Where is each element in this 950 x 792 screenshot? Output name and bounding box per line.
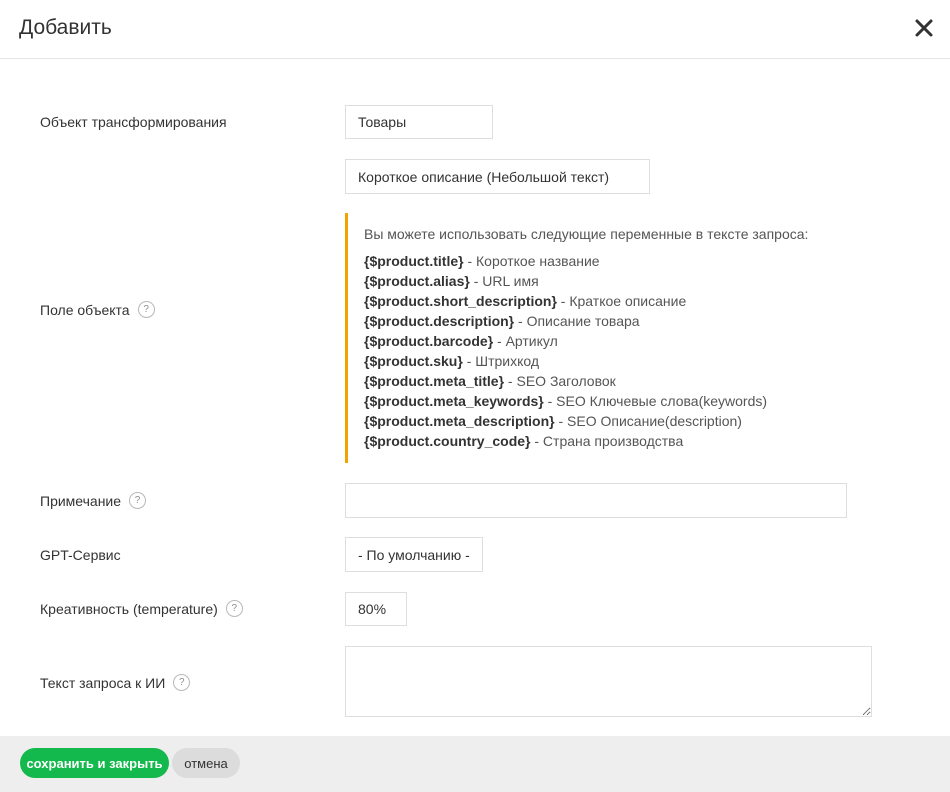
save-and-close-button[interactable]: сохранить и закрыть xyxy=(20,748,169,778)
variable-row: {$product.country_code} - Страна произво… xyxy=(364,431,825,451)
dialog-footer: сохранить и закрыть отмена xyxy=(0,736,950,792)
temperature-help-icon[interactable]: ? xyxy=(225,600,243,617)
variable-name: {$product.short_description} xyxy=(364,293,557,309)
prompt-label-text: Текст запроса к ИИ xyxy=(40,674,166,691)
note-help-icon[interactable]: ? xyxy=(129,492,147,509)
object-field-label: Поле объекта ? xyxy=(40,301,155,318)
temperature-value: 80% xyxy=(358,601,387,617)
variable-description: - SEO Описание(description) xyxy=(554,413,742,429)
variable-description: - Короткое название xyxy=(463,253,600,269)
object-field-select[interactable]: Короткое описание (Небольшой текст) xyxy=(345,159,650,194)
temperature-label: Креативность (temperature) ? xyxy=(40,600,243,617)
variable-row: {$product.barcode} - Артикул xyxy=(364,331,825,351)
variable-row: {$product.title} - Короткое название xyxy=(364,251,825,271)
note-label: Примечание ? xyxy=(40,492,147,509)
variable-row: {$product.meta_description} - SEO Описан… xyxy=(364,411,825,431)
temperature-select[interactable]: 80% xyxy=(345,592,407,626)
variables-info-box: Вы можете использовать следующие перемен… xyxy=(345,213,825,463)
variable-name: {$product.alias} xyxy=(364,273,470,289)
variable-description: - URL имя xyxy=(469,273,539,289)
prompt-textarea[interactable] xyxy=(345,646,872,717)
variable-name: {$product.sku} xyxy=(364,353,463,369)
note-label-text: Примечание xyxy=(40,492,122,509)
gpt-service-value: - По умолчанию - xyxy=(358,546,470,563)
prompt-label: Текст запроса к ИИ ? xyxy=(40,674,191,691)
variable-row: {$product.meta_title} - SEO Заголовок xyxy=(364,371,825,391)
variable-name: {$product.title} xyxy=(364,253,464,269)
cancel-button[interactable]: отмена xyxy=(172,748,240,778)
variable-row: {$product.sku} - Штрихкод xyxy=(364,351,825,371)
variable-description: - Штрихкод xyxy=(462,353,540,369)
transform-object-select[interactable]: Товары xyxy=(345,105,493,139)
variable-description: - Артикул xyxy=(493,333,558,349)
transform-object-label: Объект трансформирования xyxy=(40,114,227,130)
variable-description: - Краткое описание xyxy=(556,293,687,309)
variable-name: {$product.barcode} xyxy=(364,333,494,349)
variables-list: {$product.title} - Короткое название {$pr… xyxy=(364,251,825,451)
transform-object-label-text: Объект трансформирования xyxy=(40,114,227,130)
transform-object-value: Товары xyxy=(358,114,407,130)
object-field-label-text: Поле объекта xyxy=(40,301,130,318)
gpt-service-label: GPT-Сервис xyxy=(40,547,121,563)
variable-row: {$product.description} - Описание товара xyxy=(364,311,825,331)
object-field-help-icon[interactable]: ? xyxy=(137,301,155,318)
note-input[interactable] xyxy=(345,483,847,518)
gpt-service-select[interactable]: - По умолчанию - xyxy=(345,537,483,572)
variable-description: - Описание товара xyxy=(514,313,640,329)
variable-description: - SEO Заголовок xyxy=(504,373,616,389)
variable-row: {$product.short_description} - Краткое о… xyxy=(364,291,825,311)
variable-name: {$product.meta_description} xyxy=(364,413,555,429)
variable-name: {$product.description} xyxy=(364,313,515,329)
gpt-service-label-text: GPT-Сервис xyxy=(40,547,121,563)
temperature-label-text: Креативность (temperature) xyxy=(40,600,218,617)
variable-row: {$product.meta_keywords} - SEO Ключевые … xyxy=(364,391,825,411)
dialog-header: Добавить xyxy=(0,0,950,59)
prompt-help-icon[interactable]: ? xyxy=(173,674,191,691)
variable-name: {$product.meta_keywords} xyxy=(364,393,544,409)
dialog-title: Добавить xyxy=(19,16,112,39)
variable-name: {$product.meta_title} xyxy=(364,373,505,389)
variable-name: {$product.country_code} xyxy=(364,433,531,449)
variable-description: - SEO Ключевые слова(keywords) xyxy=(543,393,768,409)
variable-row: {$product.alias} - URL имя xyxy=(364,271,825,291)
variables-intro: Вы можете использовать следующие перемен… xyxy=(364,226,809,242)
close-icon[interactable] xyxy=(912,16,936,40)
object-field-value: Короткое описание (Небольшой текст) xyxy=(358,168,610,185)
variable-description: - Страна производства xyxy=(530,433,684,449)
